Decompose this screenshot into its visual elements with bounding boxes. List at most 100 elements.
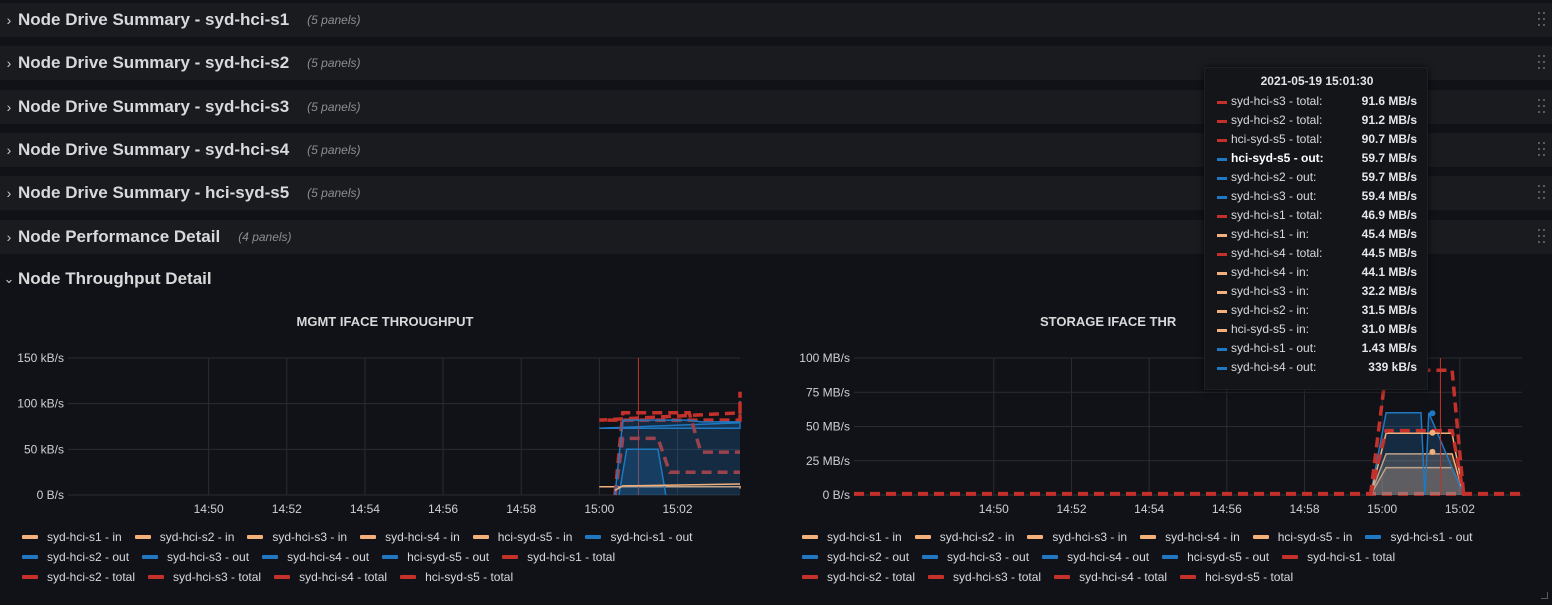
series-color-swatch [134, 535, 151, 539]
legend-item[interactable]: syd-hci-s2 - in [914, 530, 1014, 544]
legend-item[interactable]: syd-hci-s2 - total [22, 570, 135, 584]
row-title: Node Performance Detail [18, 226, 221, 246]
y-tick-label: 0 B/s [823, 488, 850, 502]
legend-item[interactable]: syd-hci-s3 - in [247, 530, 347, 544]
legend-label: hci-syd-s5 - in [497, 530, 573, 544]
series-color-swatch [1180, 575, 1197, 579]
legend-label: syd-hci-s3 - in [1052, 530, 1128, 544]
legend-item[interactable]: syd-hci-s4 - in [360, 530, 460, 544]
legend-item[interactable]: syd-hci-s1 - in [802, 530, 902, 544]
legend-label: syd-hci-s4 - in [385, 530, 460, 544]
tooltip-series-name: syd-hci-s1 - in: [1231, 227, 1310, 241]
legend-item[interactable]: syd-hci-s4 - out [1042, 550, 1149, 564]
tooltip-series-value: 59.4 MB/s [1361, 189, 1417, 203]
tooltip-series-value: 91.2 MB/s [1361, 113, 1417, 127]
legend-mgmt: syd-hci-s1 - in syd-hci-s2 - in syd-hci-s3… [22, 528, 782, 598]
tooltip-series-value: 44.5 MB/s [1361, 246, 1417, 260]
legend-item[interactable]: hci-syd-s5 - in [1252, 530, 1352, 544]
legend-label: syd-hci-s2 - out [827, 550, 910, 564]
dashboard-row[interactable]: › Node Drive Summary - syd-hci-s1 (5 panel… [0, 3, 1552, 37]
x-tick-label: 14:52 [1056, 502, 1086, 516]
series-color-swatch [928, 575, 945, 579]
x-tick-label: 14:52 [272, 502, 302, 516]
tooltip-row: syd-hci-s3 - in: 32.2 MB/s [1217, 284, 1417, 303]
chart-storage-iface-throughput[interactable]: 0 B/s 25 MB/s 50 MB/s 75 MB/s 100 MB/s 14:50 1… [780, 340, 1552, 520]
legend-label: syd-hci-s3 - out [947, 550, 1030, 564]
hover-point [1429, 410, 1436, 417]
series-color-swatch [142, 555, 159, 559]
tooltip-series-value: 59.7 MB/s [1361, 170, 1417, 184]
tooltip-series-name: syd-hci-s2 - in: [1231, 303, 1310, 317]
drag-handle-icon[interactable] [1538, 53, 1546, 73]
tooltip-series-value: 46.9 MB/s [1361, 208, 1417, 222]
legend-item[interactable]: syd-hci-s2 - out [802, 550, 909, 564]
legend-item[interactable]: hci-syd-s5 - total [1180, 570, 1293, 584]
legend-item[interactable]: syd-hci-s3 - in [1027, 530, 1127, 544]
series-color-swatch [1282, 555, 1299, 559]
legend-item[interactable]: hci-syd-s5 - out [382, 550, 489, 564]
panel-title-mgmt: MGMT IFACE THROUGHPUT [296, 314, 474, 329]
legend-item[interactable]: syd-hci-s2 - out [22, 550, 129, 564]
legend-item[interactable]: hci-syd-s5 - out [1162, 550, 1269, 564]
row-node-throughput-detail[interactable]: ⌄ Node Throughput Detail [0, 264, 212, 294]
legend-item[interactable]: syd-hci-s4 - total [1054, 570, 1167, 584]
hover-tooltip: 2021-05-19 15:01:30 syd-hci-s3 - total: 9… [1204, 67, 1428, 390]
series-color-swatch [1217, 101, 1227, 104]
series-color-swatch [502, 555, 519, 559]
legend-item[interactable]: syd-hci-s4 - out [262, 550, 369, 564]
series-color-swatch [802, 555, 818, 559]
series-color-swatch [922, 555, 939, 559]
legend-label: hci-syd-s5 - total [425, 570, 514, 584]
drag-handle-icon[interactable] [1538, 10, 1546, 30]
row-panel-count: (5 panels) [307, 56, 361, 71]
legend-item[interactable]: syd-hci-s3 - total [148, 570, 261, 584]
series-color-swatch [472, 535, 489, 539]
row-panel-count: (5 panels) [307, 99, 361, 114]
hover-point [1429, 448, 1436, 455]
tooltip-series-value: 59.7 MB/s [1361, 151, 1417, 165]
legend-item[interactable]: syd-hci-s1 - in [22, 530, 122, 544]
legend-item[interactable]: syd-hci-s1 - out [1365, 530, 1472, 544]
legend-item[interactable]: syd-hci-s2 - in [134, 530, 234, 544]
row-title: Node Drive Summary - hci-syd-s5 [18, 183, 290, 203]
legend-item[interactable]: syd-hci-s3 - out [922, 550, 1029, 564]
row-title: Node Drive Summary - syd-hci-s4 [18, 139, 290, 159]
series-color-swatch [1027, 535, 1044, 539]
legend-item[interactable]: hci-syd-s5 - in [472, 530, 573, 544]
legend-storage: syd-hci-s1 - in syd-hci-s2 - in syd-hci-s3… [802, 528, 1552, 598]
x-tick-label: 15:02 [662, 502, 692, 516]
legend-label: syd-hci-s4 - total [299, 570, 388, 584]
legend-label: syd-hci-s4 - out [287, 550, 370, 564]
drag-handle-icon[interactable] [1538, 183, 1546, 203]
legend-label: hci-syd-s5 - out [1187, 550, 1270, 564]
legend-item[interactable]: syd-hci-s1 - total [502, 550, 615, 564]
chart-mgmt-iface-throughput[interactable]: 0 B/s 50 kB/s 100 kB/s 150 kB/s 14:50 14:52 14… [0, 340, 770, 520]
row-panel-count: (4 panels) [238, 229, 292, 244]
series-color-swatch [1162, 555, 1179, 559]
legend-item[interactable]: syd-hci-s1 - out [585, 530, 692, 544]
series-color-swatch [22, 575, 38, 579]
legend-item[interactable]: syd-hci-s4 - in [1140, 530, 1240, 544]
tooltip-series-value: 339 kB/s [1368, 360, 1417, 374]
y-tick-label: 50 kB/s [24, 442, 64, 456]
series-color-swatch [1252, 535, 1269, 539]
legend-item[interactable]: syd-hci-s2 - total [802, 570, 915, 584]
legend-item[interactable]: syd-hci-s1 - total [1282, 550, 1395, 564]
x-tick-label: 14:56 [428, 502, 458, 516]
series-color-swatch [1365, 535, 1382, 539]
tooltip-series-value: 31.5 MB/s [1361, 303, 1417, 317]
tooltip-row: hci-syd-s5 - out: 59.7 MB/s [1217, 151, 1417, 170]
chevron-right-icon: › [6, 98, 12, 115]
tooltip-row: syd-hci-s3 - total: 91.6 MB/s [1217, 94, 1417, 113]
panel-resize-handle[interactable] [1541, 592, 1548, 599]
drag-handle-icon[interactable] [1538, 227, 1546, 247]
legend-item[interactable]: hci-syd-s5 - total [400, 570, 513, 584]
legend-item[interactable]: syd-hci-s3 - out [142, 550, 249, 564]
legend-label: hci-syd-s5 - total [1205, 570, 1294, 584]
drag-handle-icon[interactable] [1538, 97, 1546, 117]
tooltip-series-name: syd-hci-s4 - total: [1231, 246, 1323, 260]
legend-item[interactable]: syd-hci-s3 - total [928, 570, 1041, 584]
series-color-swatch [1140, 535, 1157, 539]
legend-item[interactable]: syd-hci-s4 - total [274, 570, 387, 584]
drag-handle-icon[interactable] [1538, 140, 1546, 160]
